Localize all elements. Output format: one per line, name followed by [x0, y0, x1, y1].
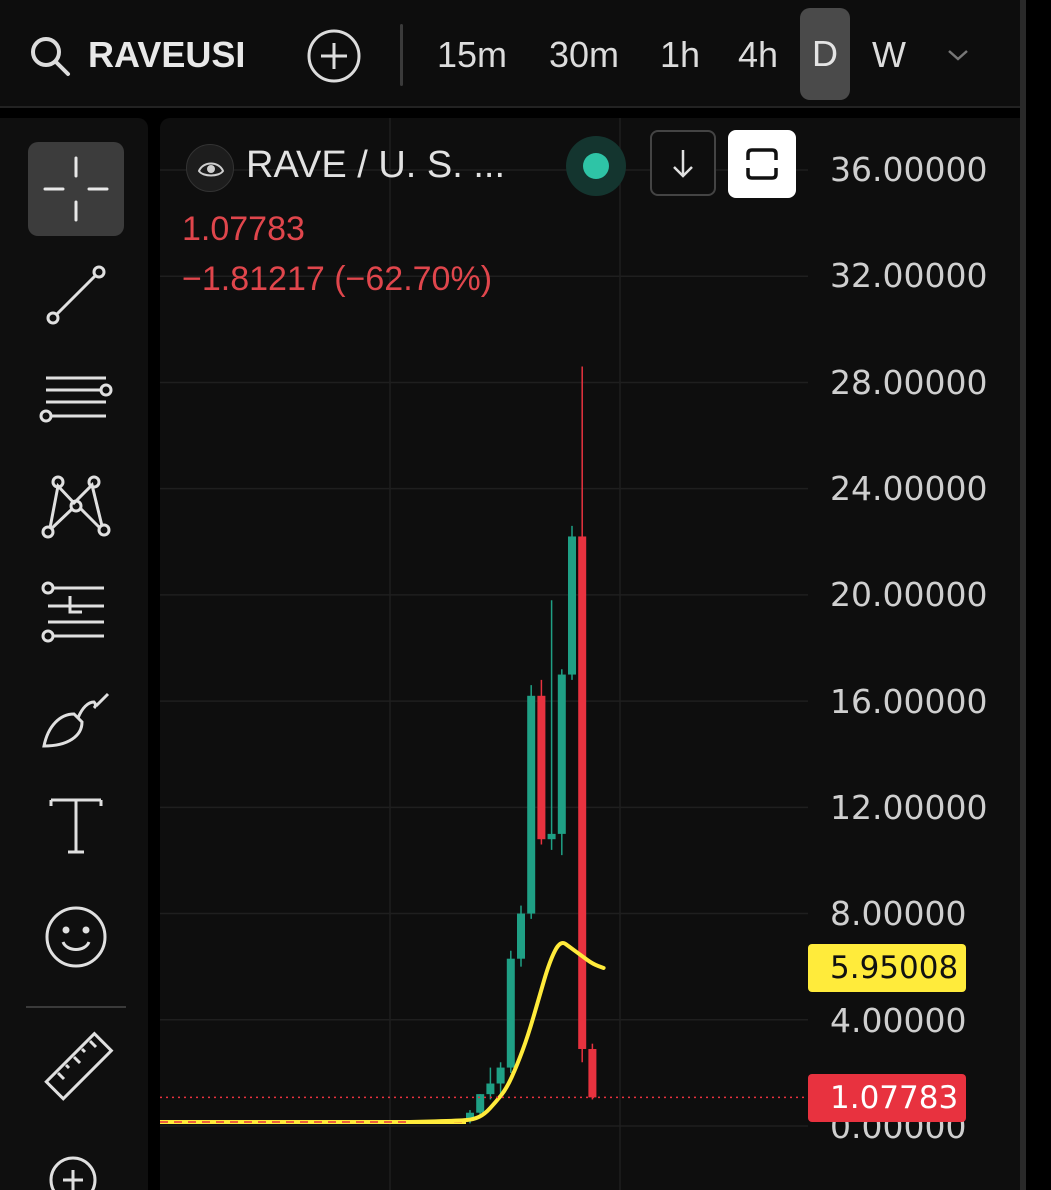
timeframe-30m[interactable]: 30m	[540, 24, 628, 86]
trend-line-icon	[46, 265, 106, 325]
smiley-icon	[45, 906, 107, 968]
zoom-in-icon	[49, 1156, 97, 1190]
crosshair-tool[interactable]	[28, 142, 124, 236]
timeframe-d[interactable]: D	[800, 8, 850, 100]
download-button[interactable]	[650, 130, 716, 196]
moving-average-badge: 5.95008	[808, 944, 966, 992]
price-axis-label: 32.00000	[830, 256, 988, 295]
candle-body	[476, 1094, 485, 1113]
candle-body	[588, 1048, 597, 1098]
drawing-toolbar	[0, 118, 148, 1190]
candle-body	[547, 833, 556, 840]
search-icon[interactable]	[28, 34, 72, 78]
arrow-down-icon	[673, 150, 693, 178]
timeframe-w[interactable]: W	[866, 24, 912, 86]
candle-body	[486, 1083, 495, 1095]
brush-icon	[42, 692, 110, 748]
top-toolbar: RAVEUSI 15m 30m 1h 4h D W	[0, 0, 1020, 108]
timeframe-15m[interactable]: 15m	[428, 24, 516, 86]
chevron-down-icon[interactable]	[943, 40, 973, 70]
fullscreen-button[interactable]	[728, 130, 796, 198]
price-axis-label: 4.00000	[830, 1001, 967, 1040]
rave-logo-icon	[186, 144, 234, 192]
text-tool[interactable]	[28, 778, 124, 872]
candle-body	[578, 536, 587, 1049]
screen-edge	[1026, 0, 1051, 1190]
text-icon	[49, 798, 103, 854]
add-symbol-button[interactable]	[306, 28, 362, 84]
candle-body	[527, 695, 536, 914]
pattern-icon	[41, 475, 111, 539]
candle-body	[496, 1067, 505, 1084]
candle-body	[568, 536, 576, 675]
price-change: −1.81217 (−62.70%)	[182, 260, 493, 298]
fullscreen-icon	[746, 148, 778, 180]
long-position-icon	[41, 581, 104, 643]
parallel-lines-tool[interactable]	[28, 354, 124, 448]
price-axis-label: 24.00000	[830, 469, 988, 508]
candle-body	[506, 958, 515, 1068]
current-price: 1.07783	[182, 210, 305, 248]
emoji-tool[interactable]	[28, 890, 124, 984]
last-price-badge: 1.07783	[808, 1074, 966, 1122]
price-axis-label: 16.00000	[830, 682, 988, 721]
chart-panel[interactable]: RAVE / U. S. ... 1.07783 −1.81217 (−62.7…	[160, 118, 1020, 1190]
live-status-indicator	[566, 136, 626, 196]
toolbar-divider	[26, 1006, 126, 1008]
candle-body	[557, 674, 566, 834]
candle-body	[517, 913, 525, 959]
pattern-tool[interactable]	[28, 460, 124, 554]
price-axis-label: 8.00000	[830, 894, 967, 933]
trend-line-tool[interactable]	[28, 248, 124, 342]
price-axis-label: 36.00000	[830, 150, 988, 189]
zoom-in-tool[interactable]	[28, 1128, 124, 1190]
toolbar-divider	[400, 24, 403, 86]
long-position-tool[interactable]	[28, 566, 124, 660]
timeframe-4h[interactable]: 4h	[730, 24, 786, 86]
price-axis-label: 28.00000	[830, 363, 988, 402]
parallel-lines-icon	[39, 376, 113, 423]
timeframe-1h[interactable]: 1h	[652, 24, 708, 86]
ruler-tool[interactable]	[28, 1022, 124, 1116]
crosshair-icon	[43, 156, 109, 222]
candle-body	[537, 695, 546, 840]
ruler-icon	[44, 1031, 114, 1101]
brush-tool[interactable]	[28, 672, 124, 766]
price-axis-label: 20.00000	[830, 575, 988, 614]
symbol-pair-title[interactable]: RAVE / U. S. ...	[246, 140, 556, 190]
price-axis-label: 12.00000	[830, 788, 988, 827]
symbol-search-input[interactable]: RAVEUSI	[88, 30, 248, 80]
